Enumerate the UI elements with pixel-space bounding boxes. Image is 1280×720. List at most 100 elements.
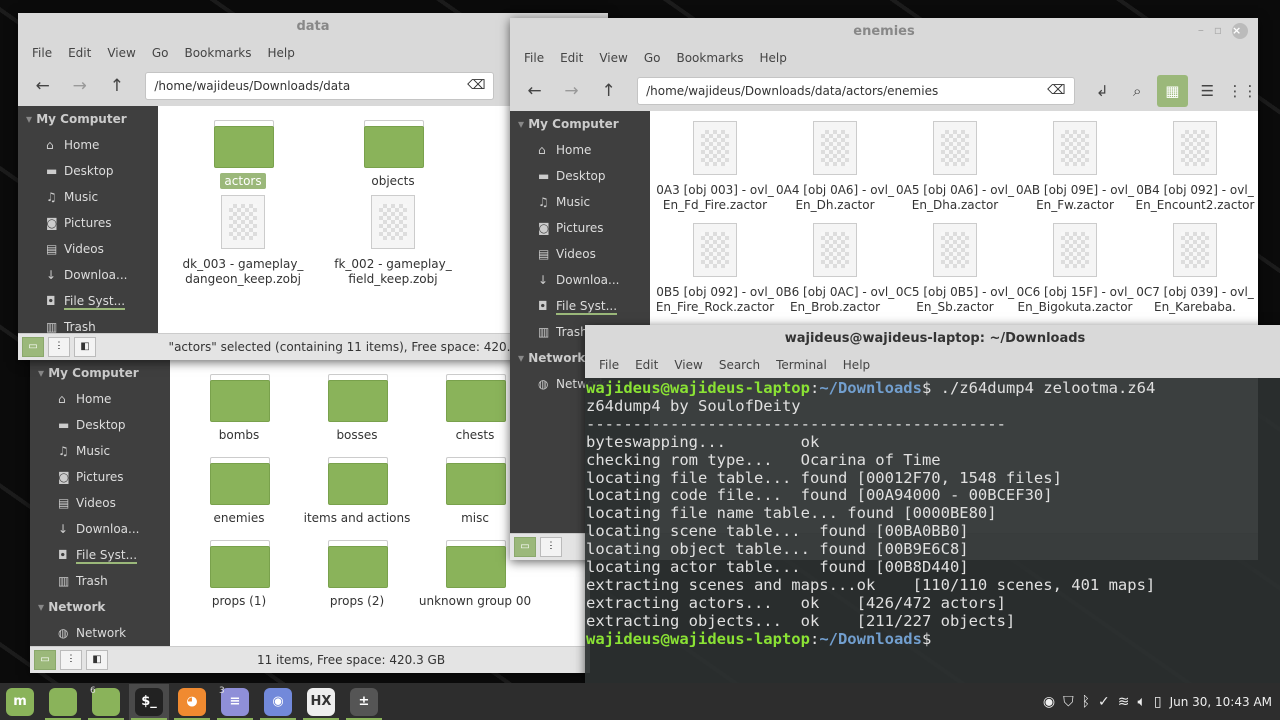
menu-go[interactable]: Go [144,46,177,60]
sidebar-item-videos[interactable]: ▤ Videos [18,236,158,262]
folder-item[interactable]: bombs [180,368,298,443]
taskbar-terminal[interactable]: $_ [129,683,169,720]
icon-view-button[interactable]: ▦ [1156,75,1188,107]
list-view-button[interactable]: ☰ [1192,75,1223,107]
menu-terminal[interactable]: Terminal [768,358,835,372]
file-item[interactable]: 0C5 [obj 0B5] - ovl_ En_Sb.zactor [895,219,1015,315]
location-input[interactable]: /home/wajideus/Downloads/data/actors/ene… [637,77,1075,105]
back-button[interactable]: ← [26,76,59,96]
file-item[interactable]: 0C6 [obj 15F] - ovl_ En_Bigokuta.zactor [1015,219,1135,315]
folder-item[interactable]: props (2) [298,534,416,609]
sidebar-item-videos[interactable]: ▤ Videos [510,241,650,267]
sidebar-item-music[interactable]: ♫ Music [30,438,170,464]
sidebar-item-pictures[interactable]: ◙ Pictures [30,464,170,490]
shield-icon[interactable]: ⛉ [1063,694,1074,710]
clock[interactable]: Jun 30, 10:43 AM [1170,695,1272,709]
tree-toggle-button[interactable]: ⵗ [60,650,82,670]
file-item[interactable]: dk_003 - gameplay_ dangeon_keep.zobj [168,191,318,287]
menu-bookmarks[interactable]: Bookmarks [176,46,259,60]
sidebar-item-trash[interactable]: ▥ Trash [18,314,158,333]
bluetooth-icon[interactable]: ᛒ [1082,694,1090,710]
menu-view[interactable]: View [666,358,710,372]
maximize-button[interactable]: ▫ [1214,23,1232,37]
folder-item[interactable]: bosses [298,368,416,443]
terminal-output[interactable]: wajideus@wajideus-laptop:~/Downloads$ ./… [585,378,1280,685]
sidebar-item-trash[interactable]: ▥ Trash [30,568,170,594]
sidebar-item-filesyst[interactable]: ◘ File Syst... [18,288,158,314]
sidebar-item-filesyst[interactable]: ◘ File Syst... [510,293,650,319]
file-item[interactable]: 0A4 [obj 0A6] - ovl_ En_Dh.zactor [775,117,895,213]
menu-view[interactable]: View [591,51,635,65]
menu-file[interactable]: File [591,358,627,372]
tree-toggle-button[interactable]: ⵗ [540,537,562,557]
sidebar-toggle-button[interactable]: ◧ [74,337,96,357]
menu-help[interactable]: Help [260,46,303,60]
sidebar-item-desktop[interactable]: ▬ Desktop [18,158,158,184]
sidebar-item-home[interactable]: ⌂ Home [510,137,650,163]
taskbar-mint-menu[interactable]: m [0,684,40,720]
file-item[interactable]: 0B5 [obj 092] - ovl_ En_Fire_Rock.zactor [655,219,775,315]
file-item[interactable]: fk_002 - gameplay_ field_keep.zobj [318,191,468,287]
sidebar-item-home[interactable]: ⌂ Home [30,386,170,412]
file-item[interactable]: 0A5 [obj 0A6] - ovl_ En_Dha.zactor [895,117,1015,213]
file-item[interactable]: 0AB [obj 09E] - ovl_ En_Fw.zactor [1015,117,1135,213]
wifi-icon[interactable]: ≋ [1118,694,1130,710]
taskbar-firefox[interactable]: ◕ [172,684,212,720]
sidebar-item-music[interactable]: ♫ Music [18,184,158,210]
file-item[interactable]: 0B6 [obj 0AC] - ovl_ En_Brob.zactor [775,219,895,315]
clear-icon[interactable]: ⌫ [467,73,485,99]
taskbar-discord[interactable]: ◉ [258,684,298,720]
close-button[interactable]: × [1232,23,1248,39]
taskbar-hexchat[interactable]: HX [301,684,341,720]
menu-edit[interactable]: Edit [60,46,99,60]
places-toggle-button[interactable]: ▭ [22,337,44,357]
menu-go[interactable]: Go [636,51,669,65]
sidebar-item-filesyst[interactable]: ◘ File Syst... [30,542,170,568]
sidebar-item-downloa[interactable]: ↓ Downloa... [510,267,650,293]
menu-edit[interactable]: Edit [627,358,666,372]
menu-edit[interactable]: Edit [552,51,591,65]
forward-button[interactable]: → [555,81,588,101]
sidebar-header-network[interactable]: Network [30,594,170,620]
sidebar-item-home[interactable]: ⌂ Home [18,132,158,158]
taskbar-text-editor[interactable]: ≡ 3 [215,684,255,720]
tree-toggle-button[interactable]: ⵗ [48,337,70,357]
sidebar-header-my-computer[interactable]: My Computer [30,360,170,386]
forward-button[interactable]: → [63,76,96,96]
folder-item[interactable]: props (1) [180,534,298,609]
discord-tray-icon[interactable]: ◉ [1043,694,1055,710]
battery-icon[interactable]: ▯ [1154,694,1162,710]
compact-view-button[interactable]: ⋮⋮ [1227,75,1258,107]
update-manager-icon[interactable]: ✓ [1098,694,1110,710]
back-button[interactable]: ← [518,81,551,101]
menu-search[interactable]: Search [711,358,768,372]
up-button[interactable]: ↑ [592,81,625,101]
sidebar-item-network[interactable]: ◍ Network [30,620,170,646]
taskbar-show-desktop[interactable] [43,684,83,720]
menu-file[interactable]: File [516,51,552,65]
places-toggle-button[interactable]: ▭ [514,537,536,557]
folder-item[interactable]: items and actions [298,451,416,526]
clear-icon[interactable]: ⌫ [1047,78,1065,104]
taskbar-calculator[interactable]: ± [344,684,384,720]
sidebar-header-my-computer[interactable]: My Computer [18,106,158,132]
sidebar-item-videos[interactable]: ▤ Videos [30,490,170,516]
volume-icon[interactable]: 🔈︎ [1137,694,1145,710]
menu-view[interactable]: View [99,46,143,60]
sidebar-item-downloa[interactable]: ↓ Downloa... [30,516,170,542]
menu-help[interactable]: Help [752,51,795,65]
sidebar-item-pictures[interactable]: ◙ Pictures [18,210,158,236]
file-item[interactable]: 0C7 [obj 039] - ovl_ En_Karebaba. [1135,219,1255,315]
search-button[interactable]: ⌕ [1122,75,1153,107]
sidebar-item-desktop[interactable]: ▬ Desktop [510,163,650,189]
up-button[interactable]: ↑ [100,76,133,96]
taskbar-files[interactable]: 6 [86,684,126,720]
sidebar-header-my-computer[interactable]: My Computer [510,111,650,137]
minimize-button[interactable]: – [1198,23,1214,37]
folder-item[interactable]: actors [168,114,318,189]
sidebar-item-pictures[interactable]: ◙ Pictures [510,215,650,241]
toggle-location-button[interactable]: ↲ [1087,75,1118,107]
location-input[interactable]: /home/wajideus/Downloads/data ⌫ [145,72,495,100]
file-item[interactable]: 0A3 [obj 003] - ovl_ En_Fd_Fire.zactor [655,117,775,213]
file-item[interactable]: 0B4 [obj 092] - ovl_ En_Encount2.zactor [1135,117,1255,213]
